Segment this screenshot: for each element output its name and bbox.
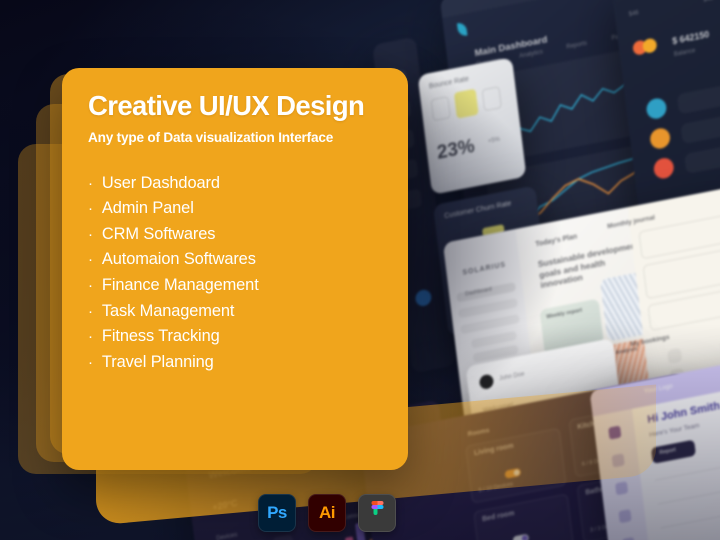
list-item: · Admin Panel — [88, 196, 382, 222]
bullet-icon: · — [88, 200, 93, 218]
mockup-john-button: Report — [659, 447, 677, 457]
list-item: · CRM Softwares — [88, 222, 382, 248]
mockup-churn-title: Customer Churn Rate — [443, 200, 512, 221]
mockup-bounce-delta: +5% — [487, 136, 501, 146]
photoshop-label: Ps — [267, 503, 287, 522]
figma-icon[interactable] — [358, 494, 396, 532]
list-item: · Task Management — [88, 299, 382, 325]
list-item-label: Travel Planning — [101, 352, 214, 371]
page-title: Creative UI/UX Design — [88, 90, 365, 121]
illustrator-icon[interactable]: Ai — [308, 494, 346, 532]
list-item: · User Dashdoard — [88, 171, 382, 197]
bullet-icon: · — [88, 225, 93, 243]
list-item-label: User Dashdoard — [101, 173, 220, 192]
mockup-welcome-section-devices: Devices — [216, 532, 238, 540]
mockup-main-nav-reports: Reports — [566, 40, 588, 51]
list-item: · Automaion Softwares — [88, 247, 382, 273]
mockup-stats-label-1: $46 — [628, 10, 640, 19]
bullet-icon: · — [88, 353, 93, 371]
poster-card: Creative UI/UX Design Any type of Data v… — [62, 68, 408, 470]
list-item-label: Admin Panel — [101, 199, 194, 218]
bullet-icon: · — [88, 302, 93, 320]
mockup-stats-amount: $ 642150 — [671, 29, 710, 47]
page-subtitle: Any type of Data visualization Interface — [88, 129, 334, 145]
software-badges: Ps Ai — [258, 494, 396, 532]
bullet-icon: · — [88, 174, 93, 192]
list-item-label: Finance Management — [101, 275, 259, 294]
mockup-john-greeting: Hi John Smith — [646, 400, 720, 427]
mockup-solarius-section: Today's Plan — [535, 233, 578, 249]
poster-canvas: Main Dashboard Overview Analytics Report… — [0, 0, 720, 540]
list-item: · Travel Planning — [88, 350, 382, 376]
mockup-white-user: John Doe — [498, 371, 525, 383]
list-item-label: Automaion Softwares — [101, 250, 256, 269]
list-item-label: Task Management — [101, 301, 235, 320]
list-item: · Fitness Tracking — [88, 324, 382, 350]
mockup-stats-balance: Balance — [673, 48, 696, 59]
bullet-icon: · — [88, 251, 93, 269]
list-item-label: CRM Softwares — [101, 224, 216, 243]
bullet-icon: · — [88, 328, 93, 346]
bullet-icon: · — [88, 276, 93, 294]
list-item-label: Fitness Tracking — [101, 327, 220, 346]
mockup-main-nav-analytics: Analytics — [518, 49, 544, 60]
mockup-bounce-title: Bounce Rate — [428, 75, 470, 91]
feature-list: · User Dashdoard · Admin Panel · CRM Sof… — [88, 171, 382, 376]
photoshop-icon[interactable]: Ps — [258, 494, 296, 532]
mockup-john-sub: Here's Your Team — [648, 422, 700, 440]
mockup-bounce-value: 23% — [435, 135, 476, 165]
illustrator-label: Ai — [319, 503, 336, 522]
list-item: · Finance Management — [88, 273, 382, 299]
mockup-bounce-rate-card: Bounce Rate 23% +5% — [417, 57, 527, 195]
mockup-stats-label-2: $40 — [703, 0, 714, 4]
